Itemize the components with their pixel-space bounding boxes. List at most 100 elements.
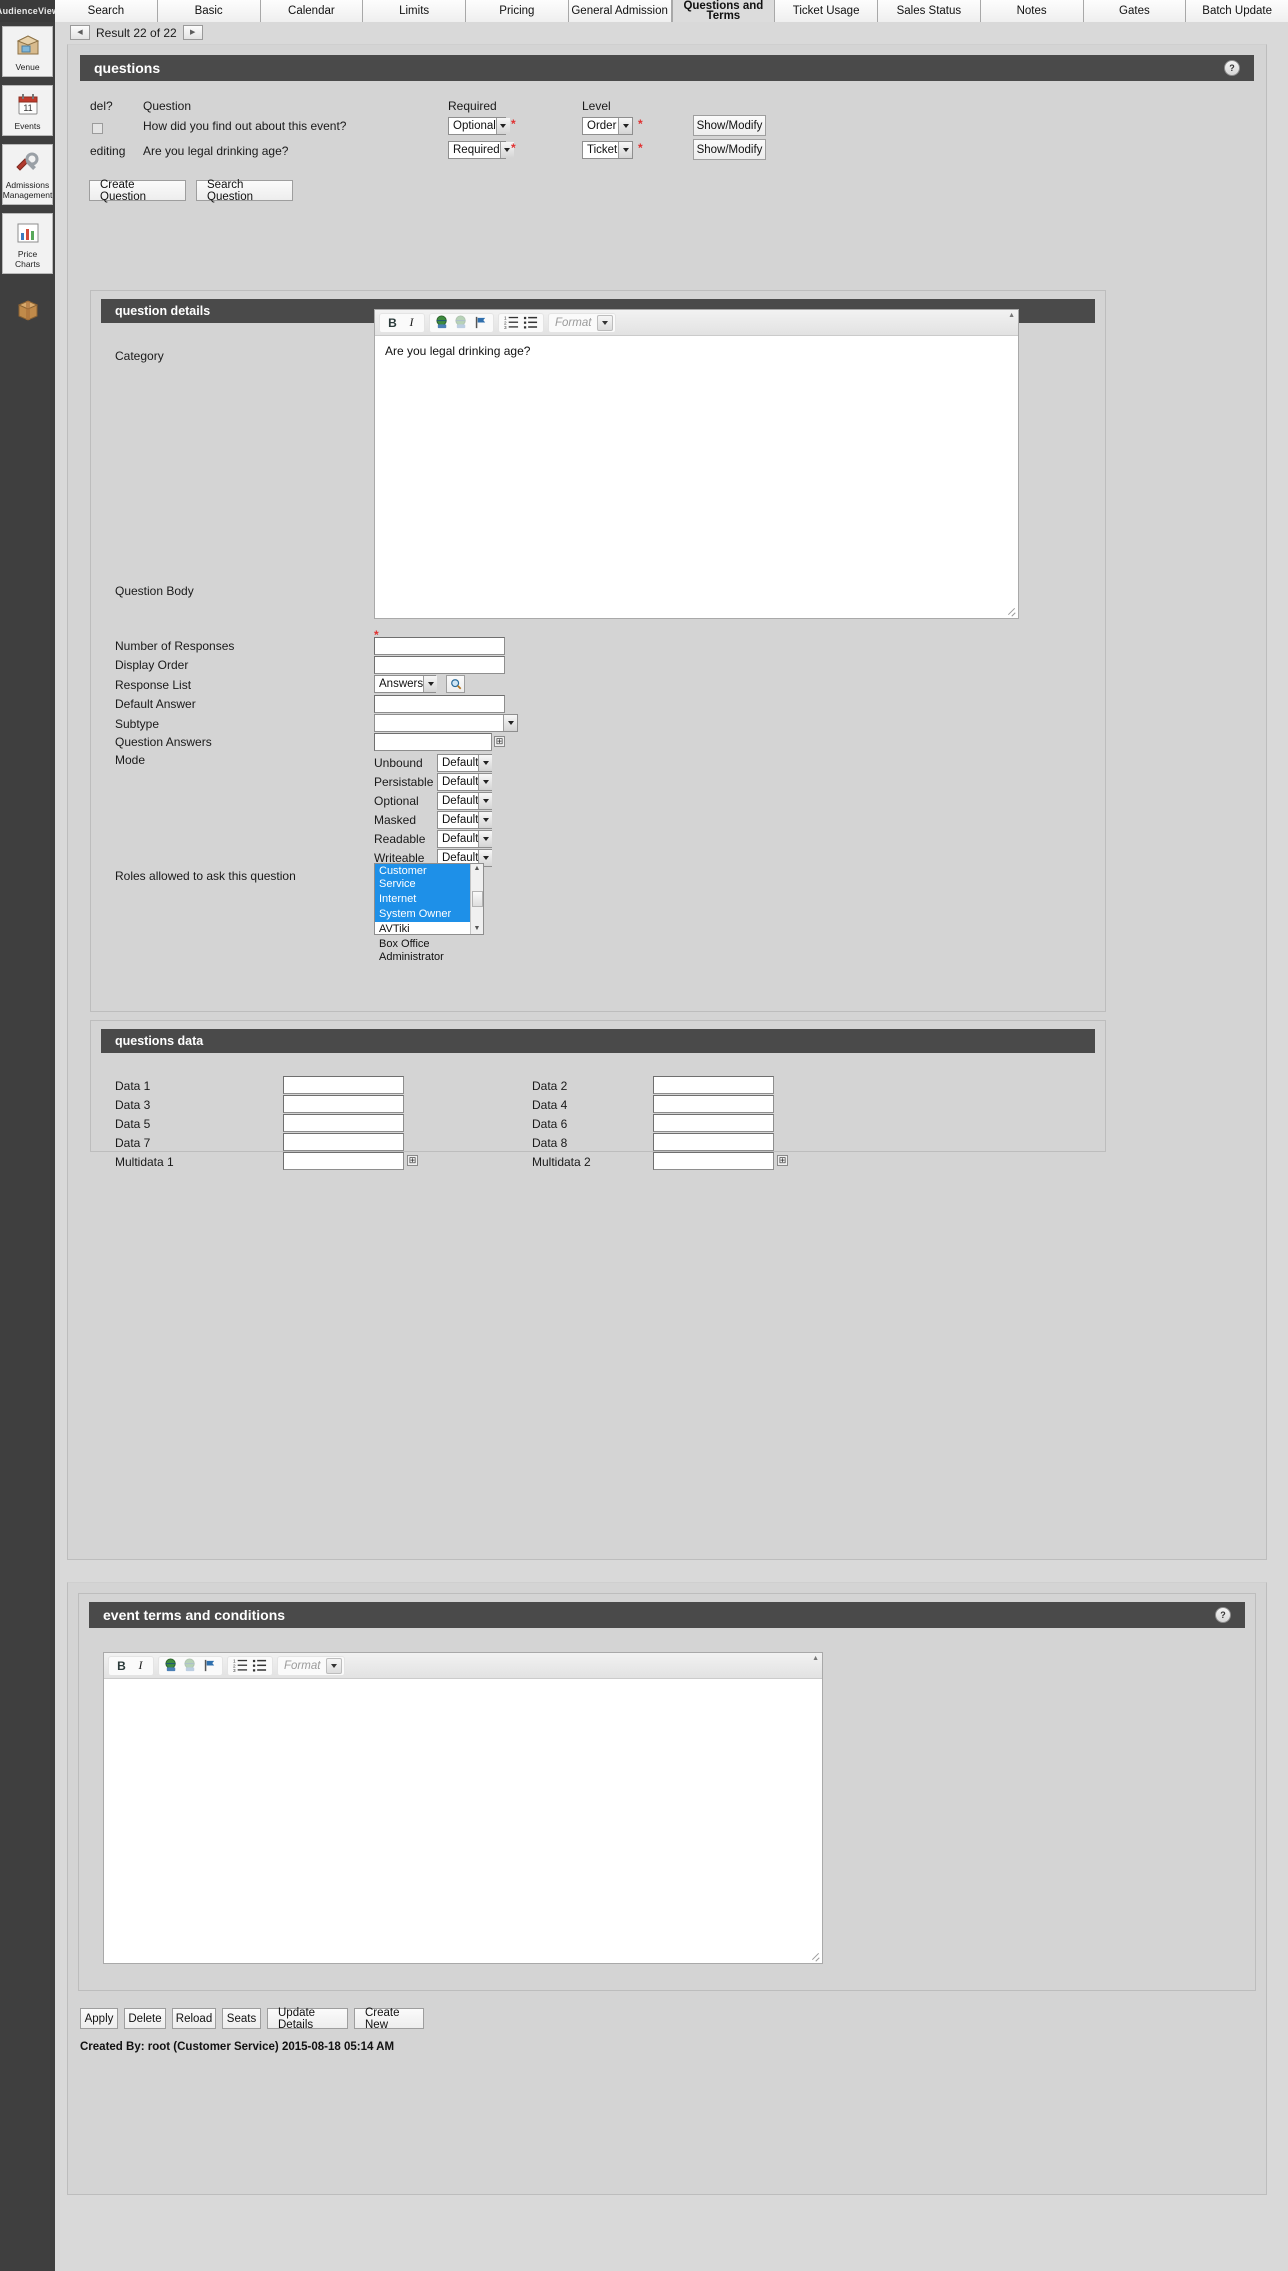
italic-icon[interactable]: I — [403, 314, 420, 331]
help-circle-icon[interactable]: ? — [1224, 60, 1240, 76]
editor-resize-handle[interactable] — [1006, 607, 1016, 617]
display-order-input[interactable] — [374, 656, 505, 674]
question-answers-input[interactable] — [374, 733, 492, 751]
next-result-button[interactable]: ▶ — [182, 25, 203, 40]
remove-link-icon[interactable] — [453, 314, 470, 331]
mode-row-select[interactable]: Default — [437, 810, 493, 829]
tab-search[interactable]: Search — [55, 0, 158, 22]
update-details-button[interactable]: Update Details — [267, 2007, 348, 2031]
scrollbar-thumb[interactable] — [471, 891, 483, 907]
data-2-input[interactable] — [653, 1076, 774, 1094]
data-5-input[interactable] — [283, 1114, 404, 1132]
show-modify-button[interactable]: Show/Modify — [693, 115, 766, 136]
sidebar-item-events[interactable]: 11 Events — [2, 85, 53, 136]
mode-row-select[interactable]: Default — [437, 791, 493, 810]
bold-icon[interactable]: B — [384, 314, 401, 331]
sidebar-item-venue[interactable]: Venue — [2, 26, 53, 77]
tab-questions-and-terms[interactable]: Questions and Terms — [671, 0, 776, 22]
tab-ticket-usage[interactable]: Ticket Usage — [775, 0, 878, 22]
level-select[interactable]: Ticket — [582, 141, 633, 159]
terms-body-text[interactable] — [104, 1679, 822, 1963]
mode-row-select[interactable]: Default — [437, 753, 493, 772]
search-question-button[interactable]: Search Question — [196, 179, 293, 203]
data-8-input[interactable] — [653, 1133, 774, 1151]
show-modify-button[interactable]: Show/Modify — [693, 139, 766, 160]
format-select[interactable]: Format — [548, 312, 617, 333]
magnifier-icon — [450, 679, 461, 690]
delete-button[interactable]: Delete — [124, 2008, 166, 2029]
anchor-flag-icon[interactable] — [201, 1657, 218, 1674]
tab-pricing[interactable]: Pricing — [466, 0, 569, 22]
tab-basic[interactable]: Basic — [157, 0, 261, 22]
italic-icon[interactable]: I — [132, 1657, 149, 1674]
data-1-input[interactable] — [283, 1076, 404, 1094]
numbered-list-icon[interactable]: 123 — [503, 314, 520, 331]
roles-listbox[interactable]: Customer Service Internet System Owner A… — [374, 863, 484, 963]
level-select-value: Ticket — [587, 144, 618, 156]
tab-notes[interactable]: Notes — [980, 0, 1084, 22]
reload-button[interactable]: Reload — [172, 2008, 216, 2029]
create-question-button[interactable]: Create Question — [89, 179, 186, 203]
response-list-search-button[interactable] — [446, 675, 465, 693]
column-header-del: del? — [90, 99, 113, 113]
tab-limits[interactable]: Limits — [363, 0, 466, 22]
anchor-flag-icon[interactable] — [472, 314, 489, 331]
subtype-select[interactable] — [374, 714, 518, 732]
remove-link-icon[interactable] — [182, 1657, 199, 1674]
sidebar-item-admissions-management[interactable]: Admissions Management — [2, 144, 53, 205]
response-list-select[interactable]: Answers — [374, 675, 438, 693]
scroll-up-icon[interactable]: ▲ — [474, 864, 481, 874]
level-select[interactable]: Order — [582, 117, 633, 135]
question-body-editor[interactable]: B I 1 2 3 Format ▲ Are you legal drinkin… — [374, 309, 1019, 619]
multidata-1-input[interactable] — [283, 1152, 404, 1170]
list-item[interactable]: Customer Service — [375, 864, 470, 892]
editor-resize-handle[interactable] — [810, 1952, 820, 1962]
tab-batch-update[interactable]: Batch Update — [1186, 0, 1288, 22]
prev-result-button[interactable]: ◀ — [70, 25, 90, 40]
tab-general-admission[interactable]: General Admission — [568, 0, 672, 22]
list-item[interactable]: Box Office Administrator — [375, 937, 470, 965]
tab-calendar[interactable]: Calendar — [260, 0, 364, 22]
format-select[interactable]: Format — [277, 1655, 346, 1676]
question-body-text[interactable]: Are you legal drinking age? — [375, 336, 1018, 618]
list-item[interactable]: Internet — [375, 892, 470, 907]
default-answer-input[interactable] — [374, 695, 505, 713]
tab-gates[interactable]: Gates — [1083, 0, 1187, 22]
create-new-button[interactable]: Create New — [354, 2007, 424, 2031]
mode-row-select[interactable]: Default — [437, 829, 493, 848]
multidata-1-add-icon[interactable]: ⊞ — [407, 1155, 418, 1166]
insert-link-icon[interactable] — [163, 1657, 180, 1674]
multidata-2-add-icon[interactable]: ⊞ — [777, 1155, 788, 1166]
toolbar-collapse-icon[interactable]: ▲ — [1008, 312, 1015, 319]
data-6-input[interactable] — [653, 1114, 774, 1132]
sidebar-item-package[interactable] — [2, 290, 53, 326]
insert-link-icon[interactable] — [434, 314, 451, 331]
required-select[interactable]: Required — [448, 141, 514, 159]
data-7-input[interactable] — [283, 1133, 404, 1151]
help-circle-icon[interactable]: ? — [1215, 1607, 1231, 1623]
list-item[interactable]: System Owner — [375, 907, 470, 922]
seats-button[interactable]: Seats — [222, 2008, 261, 2029]
multidata-2-input[interactable] — [653, 1152, 774, 1170]
tab-sales-status[interactable]: Sales Status — [878, 0, 981, 22]
question-answers-add-icon[interactable]: ⊞ — [494, 736, 505, 747]
scroll-down-icon[interactable]: ▼ — [474, 924, 481, 934]
terms-editor[interactable]: B I 1 2 3 Format ▲ — [103, 1652, 823, 1964]
bold-icon[interactable]: B — [113, 1657, 130, 1674]
row-delete-checkbox[interactable] — [92, 123, 103, 134]
required-select[interactable]: Optional — [448, 117, 510, 135]
numbered-list-icon[interactable]: 123 — [232, 1657, 249, 1674]
sidebar-item-price-charts[interactable]: Price Charts — [2, 213, 53, 274]
toolbar-collapse-icon[interactable]: ▲ — [812, 1655, 819, 1662]
bullet-list-icon[interactable] — [522, 314, 539, 331]
list-item[interactable]: AVTiki — [375, 922, 470, 937]
roles-listbox-scrollbar[interactable]: ▲ ▼ — [470, 864, 483, 934]
data-3-input[interactable] — [283, 1095, 404, 1113]
mode-row-select[interactable]: Default — [437, 772, 493, 791]
bullet-list-icon[interactable] — [251, 1657, 268, 1674]
apply-button[interactable]: Apply — [80, 2008, 118, 2029]
number-of-responses-input[interactable] — [374, 637, 505, 655]
data-4-input[interactable] — [653, 1095, 774, 1113]
chevron-down-icon — [478, 830, 493, 847]
chart-icon — [14, 220, 42, 246]
